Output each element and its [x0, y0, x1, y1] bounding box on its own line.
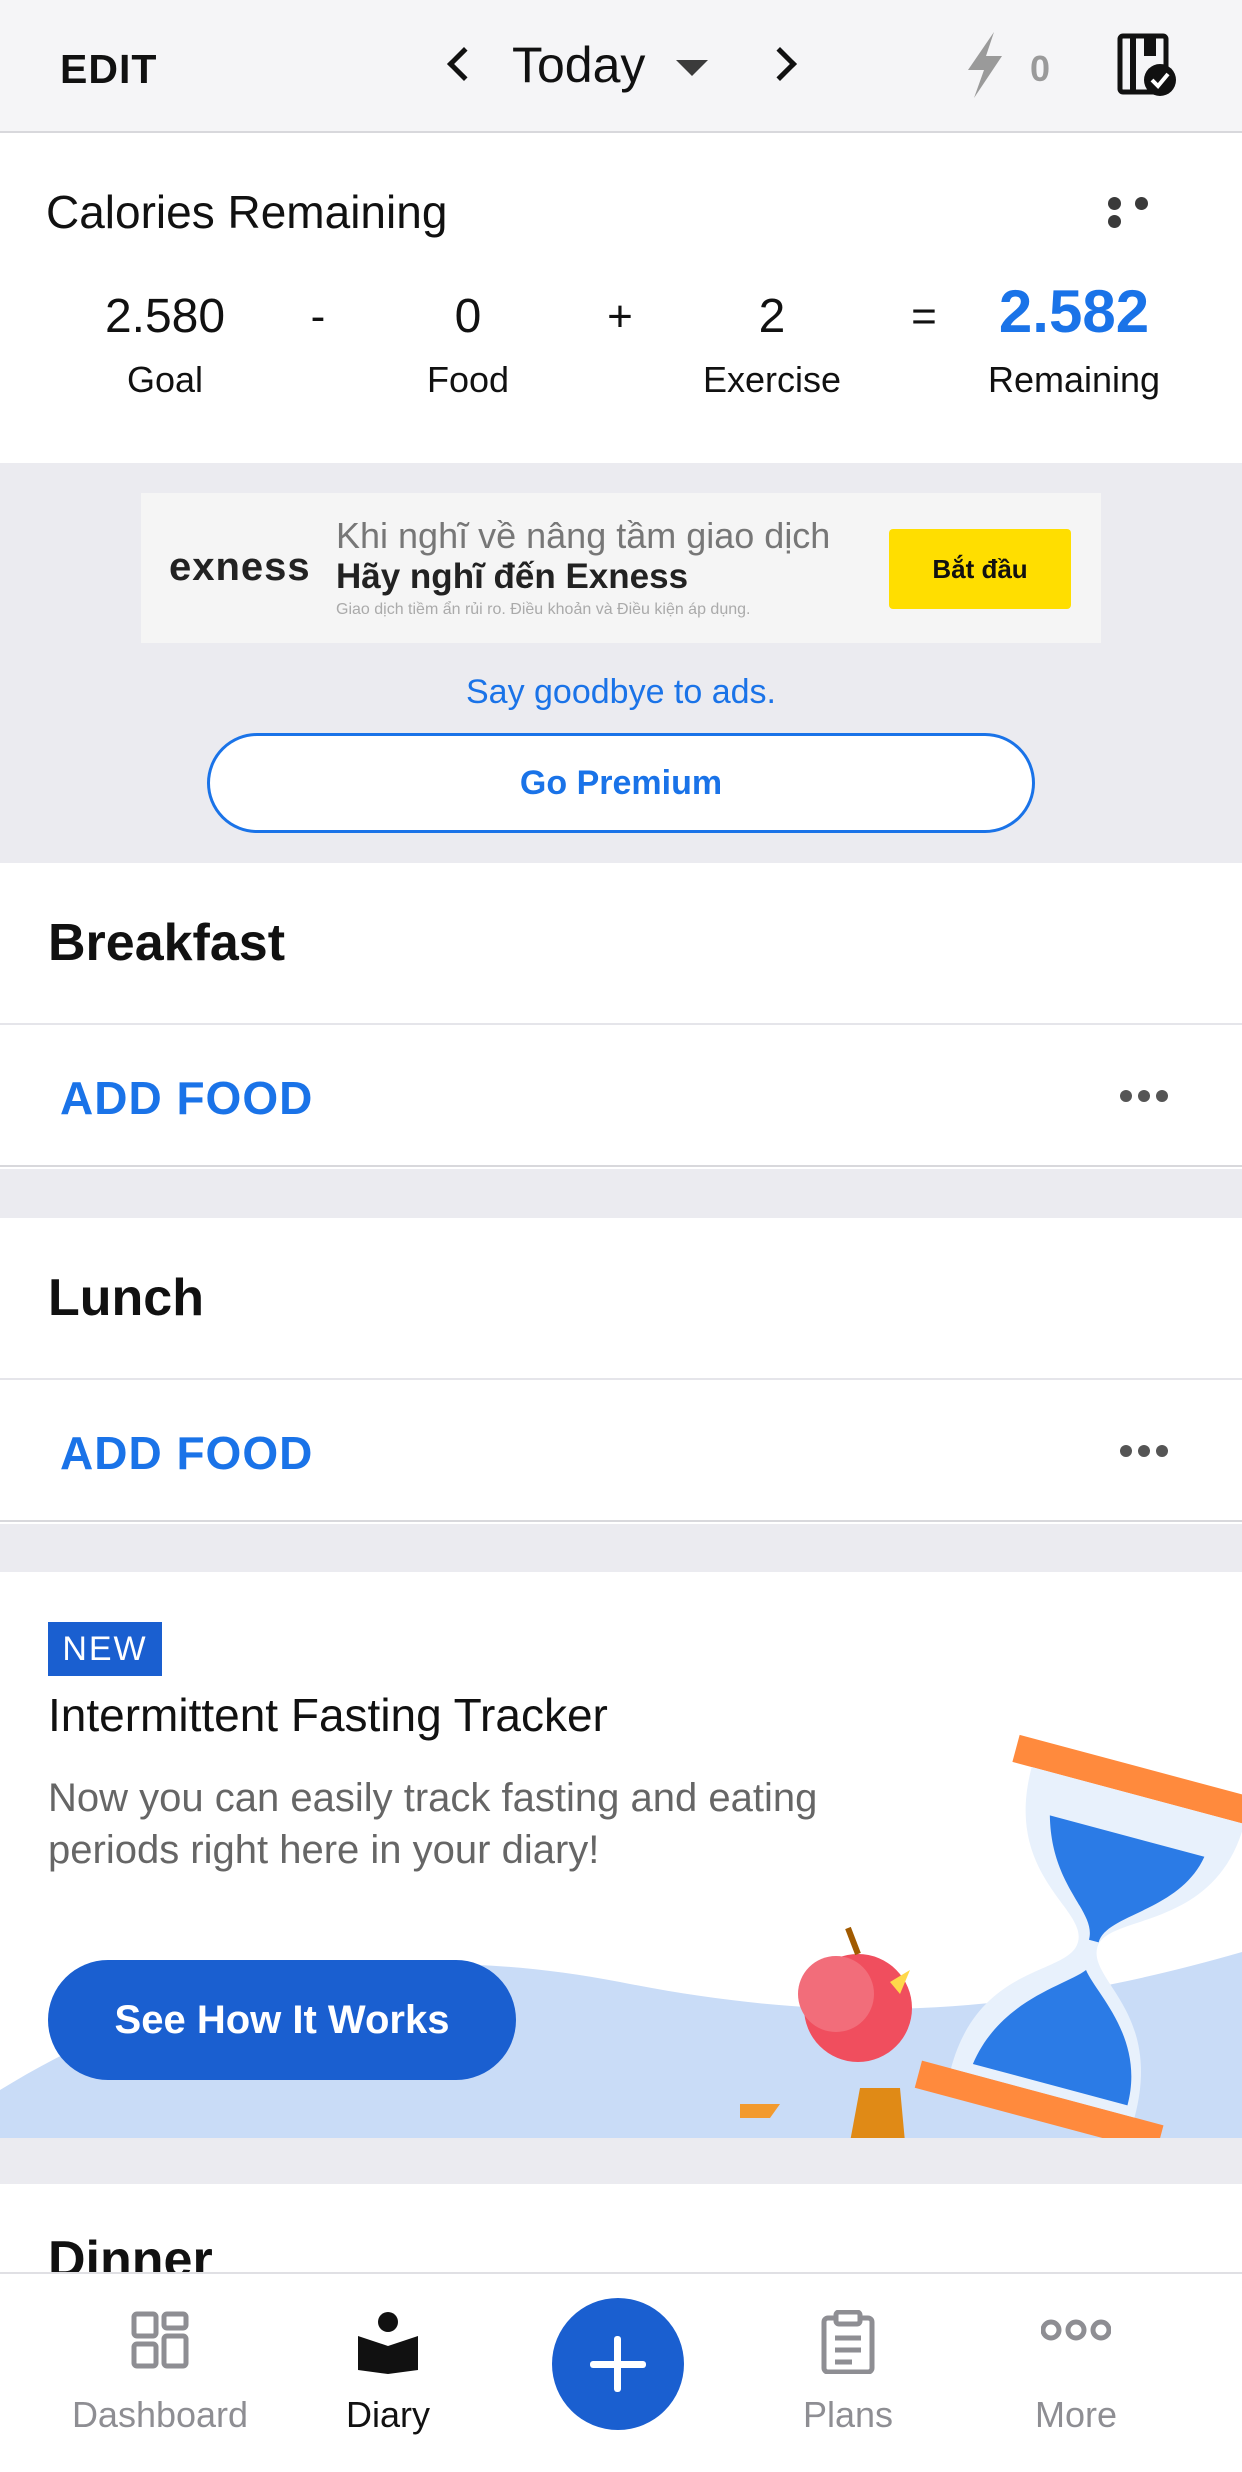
remove-ads-link[interactable]: Say goodbye to ads. — [0, 673, 1242, 712]
tab-dashboard[interactable]: Dashboard — [50, 2310, 270, 2436]
plus-operator: + — [607, 292, 633, 341]
date-label[interactable]: Today — [512, 36, 645, 94]
tab-plans-label: Plans — [802, 2394, 894, 2435]
bottom-tab-bar: Dashboard Diary Plans More — [0, 2272, 1242, 2472]
section-separator — [0, 1524, 1242, 1572]
lunch-add-food-button[interactable]: ADD FOOD — [60, 1426, 313, 1480]
lunch-add-row: ADD FOOD — [0, 1380, 1242, 1522]
ad-cta-button[interactable]: Bắt đầu — [889, 529, 1071, 609]
lunch-section: Lunch ADD FOOD — [0, 1218, 1242, 1522]
top-bar: EDIT Today 0 — [0, 0, 1242, 133]
exercise-cell[interactable]: 2 Exercise — [672, 285, 872, 401]
goal-cell[interactable]: 2.580 Goal — [65, 285, 265, 401]
calories-more-icon[interactable] — [1108, 197, 1188, 228]
equals-operator: = — [911, 292, 937, 341]
breakfast-title: Breakfast — [48, 914, 286, 972]
food-label: Food — [426, 359, 510, 400]
remaining-value: 2.582 — [998, 278, 1150, 345]
ad-section: exness Khi nghĩ về nâng tầm giao dịch Hã… — [0, 463, 1242, 863]
breakfast-add-row: ADD FOOD — [0, 1025, 1242, 1167]
section-separator — [0, 1169, 1242, 1218]
chevron-right-icon[interactable] — [763, 47, 797, 81]
calories-equation: 2.580 Goal - 0 Food + 2 Exercise = 2.582… — [0, 278, 1242, 415]
ad-disclaimer: Giao dịch tiềm ẩn rủi ro. Điều khoản và … — [336, 601, 751, 618]
food-value: 0 — [454, 290, 482, 343]
breakfast-header[interactable]: Breakfast — [0, 863, 1242, 1025]
breakfast-more-icon[interactable] — [1120, 1089, 1174, 1109]
dinner-title: Dinner — [48, 2231, 213, 2274]
breakfast-add-food-button[interactable]: ADD FOOD — [60, 1071, 313, 1125]
exercise-label: Exercise — [702, 359, 842, 400]
tab-diary-label: Diary — [345, 2394, 430, 2435]
tab-more-label: More — [1034, 2394, 1118, 2435]
section-separator — [0, 2138, 1242, 2184]
ad-brand-logo: exness — [169, 545, 311, 589]
breakfast-section: Breakfast ADD FOOD — [0, 863, 1242, 1167]
fasting-promo-card: NEW Intermittent Fasting Tracker Now you… — [0, 1572, 1242, 2138]
food-cell[interactable]: 0 Food — [368, 285, 568, 401]
promo-description: Now you can easily track fasting and eat… — [48, 1776, 818, 1872]
calories-remaining-card: Calories Remaining 2.580 Goal - 0 Food +… — [0, 135, 1242, 463]
lunch-header[interactable]: Lunch — [0, 1218, 1242, 1380]
lightning-icon — [968, 32, 1002, 98]
ad-headline: Khi nghĩ về nâng tầm giao dịch — [336, 515, 831, 556]
goal-label: Goal — [126, 359, 204, 400]
go-premium-button[interactable]: Go Premium — [207, 733, 1035, 833]
add-entry-button[interactable] — [552, 2298, 684, 2430]
ad-subheadline: Hãy nghĩ đến Exness — [336, 557, 689, 596]
streak-count: 0 — [1030, 48, 1051, 89]
caret-down-icon[interactable] — [676, 60, 708, 76]
tab-plans[interactable]: Plans — [738, 2309, 958, 2436]
promo-title: Intermittent Fasting Tracker — [48, 1689, 608, 1741]
tab-diary[interactable]: Diary — [278, 2310, 498, 2436]
lunch-title: Lunch — [48, 1269, 204, 1327]
ad-banner[interactable]: exness Khi nghĩ về nâng tầm giao dịch Hã… — [141, 493, 1101, 643]
see-how-it-works-button[interactable]: See How It Works — [48, 1960, 516, 2080]
goal-value: 2.580 — [104, 290, 226, 343]
tab-more[interactable]: More — [966, 2310, 1186, 2436]
dashboard-icon — [130, 2310, 190, 2380]
streak-indicator[interactable]: 0 — [960, 30, 1060, 100]
journal-check-icon[interactable] — [1116, 32, 1178, 103]
new-badge: NEW — [48, 1622, 162, 1676]
tab-dashboard-label: Dashboard — [71, 2394, 249, 2435]
minus-operator: - — [310, 292, 326, 341]
more-icon — [1040, 2310, 1112, 2380]
lunch-more-icon[interactable] — [1120, 1444, 1174, 1464]
diary-icon — [356, 2310, 420, 2380]
calories-title: Calories Remaining — [46, 186, 448, 238]
chevron-left-icon[interactable] — [447, 47, 481, 81]
remaining-cell[interactable]: 2.582 Remaining — [974, 278, 1174, 401]
exercise-value: 2 — [758, 290, 786, 343]
edit-button[interactable]: EDIT — [60, 46, 157, 93]
dinner-section[interactable]: Dinner — [0, 2184, 1242, 2274]
remaining-label: Remaining — [987, 359, 1161, 400]
clipboard-icon — [820, 2309, 876, 2380]
